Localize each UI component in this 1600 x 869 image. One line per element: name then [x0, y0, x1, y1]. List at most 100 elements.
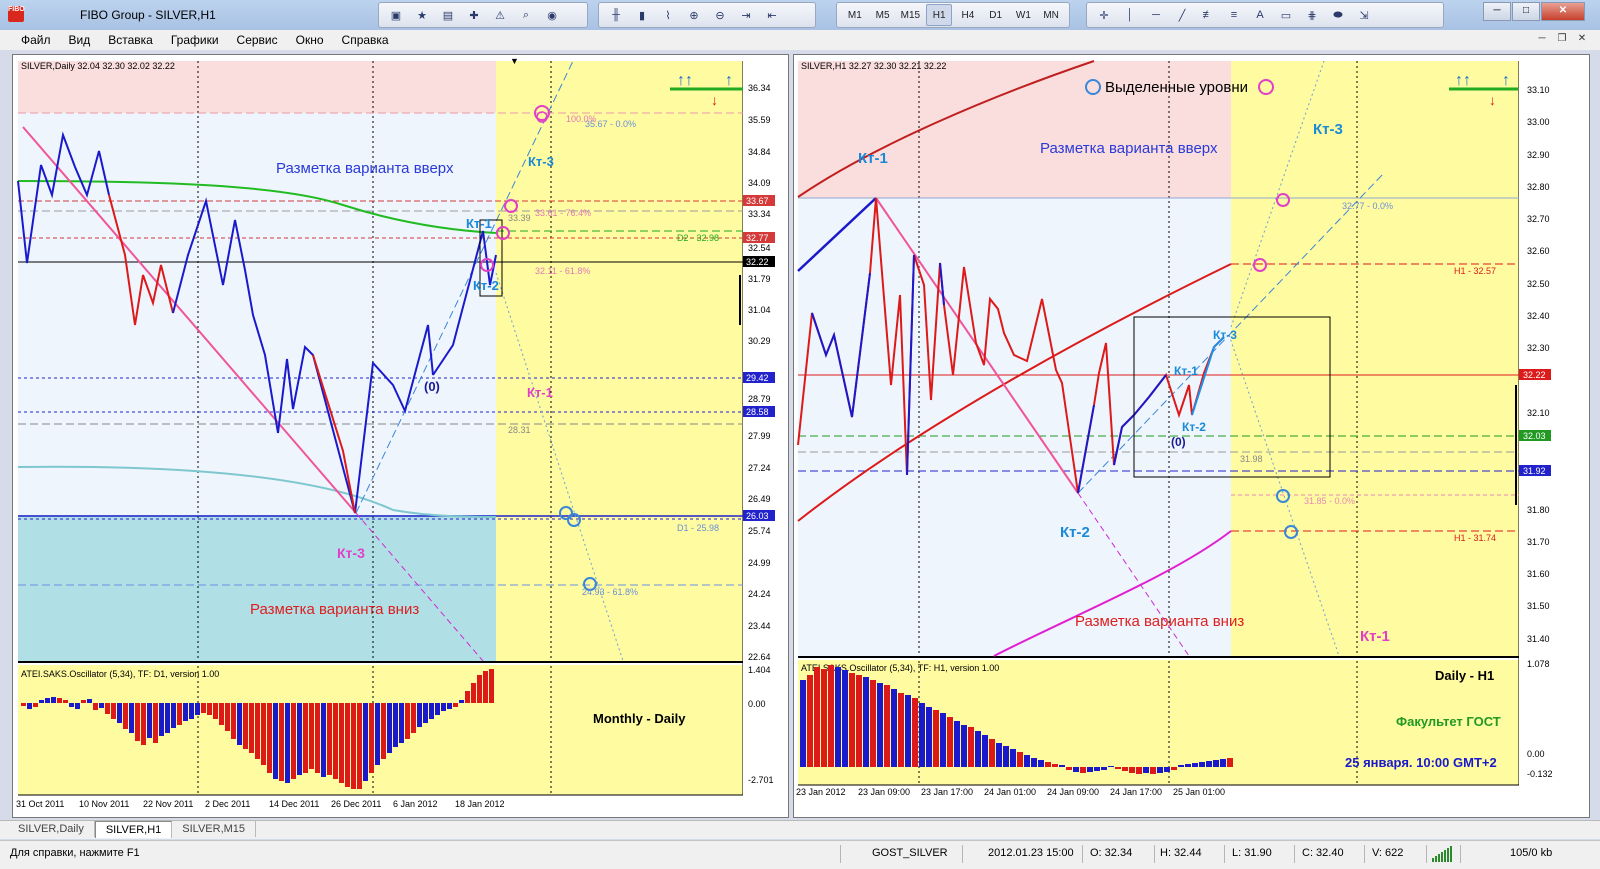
chart-header: SILVER,Daily 32.04 32.30 32.02 32.22 — [21, 61, 175, 71]
tf-m1[interactable]: M1 — [843, 5, 867, 25]
standard-toolbar: ▣ ★ ▤ ✚ ⚠ ⌕ ◉ — [378, 2, 588, 28]
svg-text:30.29: 30.29 — [748, 336, 771, 346]
price-scale[interactable]: 36.34 35.59 34.84 34.09 33.34 32.54 31.7… — [739, 61, 788, 795]
svg-text:28.31: 28.31 — [508, 425, 531, 435]
status-high: H: 32.44 — [1160, 847, 1202, 859]
auto-scroll-icon[interactable]: ⇥ — [735, 5, 757, 25]
menu-window[interactable]: Окно — [287, 33, 333, 47]
equidistant-channel-icon[interactable]: ≢ — [1197, 5, 1219, 25]
oscillator-caption: Monthly - Daily — [593, 711, 686, 726]
svg-text:28.58: 28.58 — [746, 407, 769, 417]
menu-charts[interactable]: Графики — [162, 33, 228, 47]
svg-text:22 Nov 2011: 22 Nov 2011 — [143, 799, 193, 809]
line-chart-icon[interactable]: ⌇ — [657, 5, 679, 25]
minimize-icon[interactable]: ─ — [1483, 2, 1511, 21]
fibo-fan-icon[interactable]: ⋕ — [1301, 5, 1323, 25]
zone-up-label: Разметка варианта вверх — [1040, 140, 1218, 157]
svg-text:32.11 - 61.8%: 32.11 - 61.8% — [535, 266, 590, 276]
tf-h1[interactable]: H1 — [926, 4, 952, 26]
text-icon[interactable]: A — [1249, 5, 1271, 25]
chart-tabs: SILVER,Daily SILVER,H1 SILVER,M15 — [0, 820, 1600, 839]
window-controls: ─ □ ✕ — [1482, 2, 1585, 21]
new-order-icon[interactable]: ✚ — [463, 5, 485, 25]
tab-silver-m15[interactable]: SILVER,M15 — [172, 821, 257, 837]
menu-tools[interactable]: Сервис — [228, 33, 287, 47]
menu-help[interactable]: Справка — [333, 33, 398, 47]
svg-text:32.30: 32.30 — [1527, 343, 1550, 353]
menu-view[interactable]: Вид — [60, 33, 100, 47]
svg-text:6 Jan 2012: 6 Jan 2012 — [393, 799, 438, 809]
svg-text:26.49: 26.49 — [748, 494, 771, 504]
horizontal-line-icon[interactable]: ─ — [1145, 5, 1167, 25]
svg-text:0.00: 0.00 — [748, 699, 766, 709]
app-logo-icon: FIBO — [8, 6, 25, 22]
svg-text:32.77 - 0.0%: 32.77 - 0.0% — [1342, 201, 1393, 211]
svg-text:35.59: 35.59 — [748, 115, 771, 125]
autotrading-icon[interactable]: ◉ — [541, 5, 563, 25]
svg-text:25.74: 25.74 — [748, 526, 771, 536]
future-zone — [496, 61, 743, 661]
svg-text:32.90: 32.90 — [1527, 150, 1550, 160]
downside-zone — [18, 515, 496, 661]
trendline-icon[interactable]: ╱ — [1171, 5, 1193, 25]
svg-text:33.61 - 76.4%: 33.61 - 76.4% — [535, 208, 591, 218]
mdi-controls: ─ ❐ ✕ — [1530, 31, 1590, 46]
zoom-out-icon[interactable]: ⊖ — [709, 5, 731, 25]
svg-text:↑↑: ↑↑ — [1455, 72, 1471, 89]
svg-text:33.39: 33.39 — [508, 213, 531, 223]
zoom-in-icon[interactable]: ⊕ — [683, 5, 705, 25]
price-scale[interactable]: 33.10 33.00 32.90 32.80 32.70 32.60 32.5… — [1515, 61, 1589, 785]
connection-status-icon[interactable] — [1432, 846, 1454, 862]
menu-insert[interactable]: Вставка — [99, 33, 162, 47]
tf-h4[interactable]: H4 — [956, 5, 980, 25]
tf-mn[interactable]: MN — [1039, 5, 1063, 25]
svg-text:31.50: 31.50 — [1527, 601, 1550, 611]
close-icon[interactable]: ✕ — [1541, 2, 1585, 21]
svg-text:31.70: 31.70 — [1527, 537, 1550, 547]
vertical-line-icon[interactable]: │ — [1119, 5, 1141, 25]
chart-shift-icon[interactable]: ⇤ — [761, 5, 783, 25]
chart-window-silver-h1[interactable]: ↑↑ ↑ ↓ SILVER,H1 32.27 32.30 32.21 32.22… — [793, 54, 1590, 818]
svg-text:33.34: 33.34 — [748, 209, 771, 219]
menu-file[interactable]: Файл — [12, 33, 60, 47]
favorites-icon[interactable]: ★ — [411, 5, 433, 25]
alert-icon[interactable]: ⚠ — [489, 5, 511, 25]
window-title: FIBO Group - SILVER,H1 — [80, 8, 216, 22]
tab-silver-h1[interactable]: SILVER,H1 — [94, 821, 173, 838]
maximize-icon[interactable]: □ — [1512, 2, 1540, 21]
mdi-close-icon[interactable]: ✕ — [1574, 31, 1590, 46]
strategy-tester-icon[interactable]: ⌕ — [515, 5, 537, 25]
tf-w1[interactable]: W1 — [1012, 5, 1036, 25]
arrows-icon[interactable]: ⇲ — [1353, 5, 1375, 25]
svg-text:18 Jan 2012: 18 Jan 2012 — [455, 799, 505, 809]
tf-m5[interactable]: M5 — [871, 5, 895, 25]
navigator-icon[interactable]: ▤ — [437, 5, 459, 25]
svg-text:↓: ↓ — [1489, 92, 1496, 108]
tf-m15[interactable]: M15 — [899, 5, 923, 25]
mdi-restore-icon[interactable]: ❐ — [1554, 31, 1570, 46]
crosshair-icon[interactable]: ✛ — [1093, 5, 1115, 25]
kt1-low-label: Кт-1 — [527, 385, 553, 400]
tab-silver-daily[interactable]: SILVER,Daily — [8, 821, 95, 837]
ellipse-icon[interactable]: ⬬ — [1327, 5, 1349, 25]
svg-text:27.24: 27.24 — [748, 463, 771, 473]
time-scale[interactable]: 31 Oct 2011 10 Nov 2011 22 Nov 2011 2 De… — [16, 799, 505, 809]
bar-chart-icon[interactable]: ╫ — [605, 5, 627, 25]
svg-text:1.078: 1.078 — [1527, 659, 1550, 669]
text-label-icon[interactable]: ▭ — [1275, 5, 1297, 25]
svg-text:24.93 - 61.8%: 24.93 - 61.8% — [582, 587, 638, 597]
profiles-icon[interactable]: ▣ — [385, 5, 407, 25]
svg-text:D2 - 32.98: D2 - 32.98 — [677, 233, 719, 243]
tf-d1[interactable]: D1 — [984, 5, 1008, 25]
time-scale[interactable]: 23 Jan 2012 23 Jan 09:00 23 Jan 17:00 24… — [796, 787, 1225, 797]
fibo-retracement-icon[interactable]: ≡ — [1223, 5, 1245, 25]
svg-text:24 Jan 09:00: 24 Jan 09:00 — [1047, 787, 1099, 797]
svg-text:32.80: 32.80 — [1527, 182, 1550, 192]
svg-text:32.03: 32.03 — [1523, 431, 1546, 441]
chart-window-silver-daily[interactable]: ↑↑ ↑ ↓ ▼ SILVER,Daily 32.04 32.30 32.02 … — [12, 54, 789, 818]
kt1-label: Кт-1 — [858, 150, 888, 167]
menu-bar: Файл Вид Вставка Графики Сервис Окно Спр… — [0, 30, 1600, 50]
candle-chart-icon[interactable]: ▮ — [631, 5, 653, 25]
mdi-minimize-icon[interactable]: ─ — [1534, 31, 1550, 46]
svg-text:23.44: 23.44 — [748, 621, 771, 631]
